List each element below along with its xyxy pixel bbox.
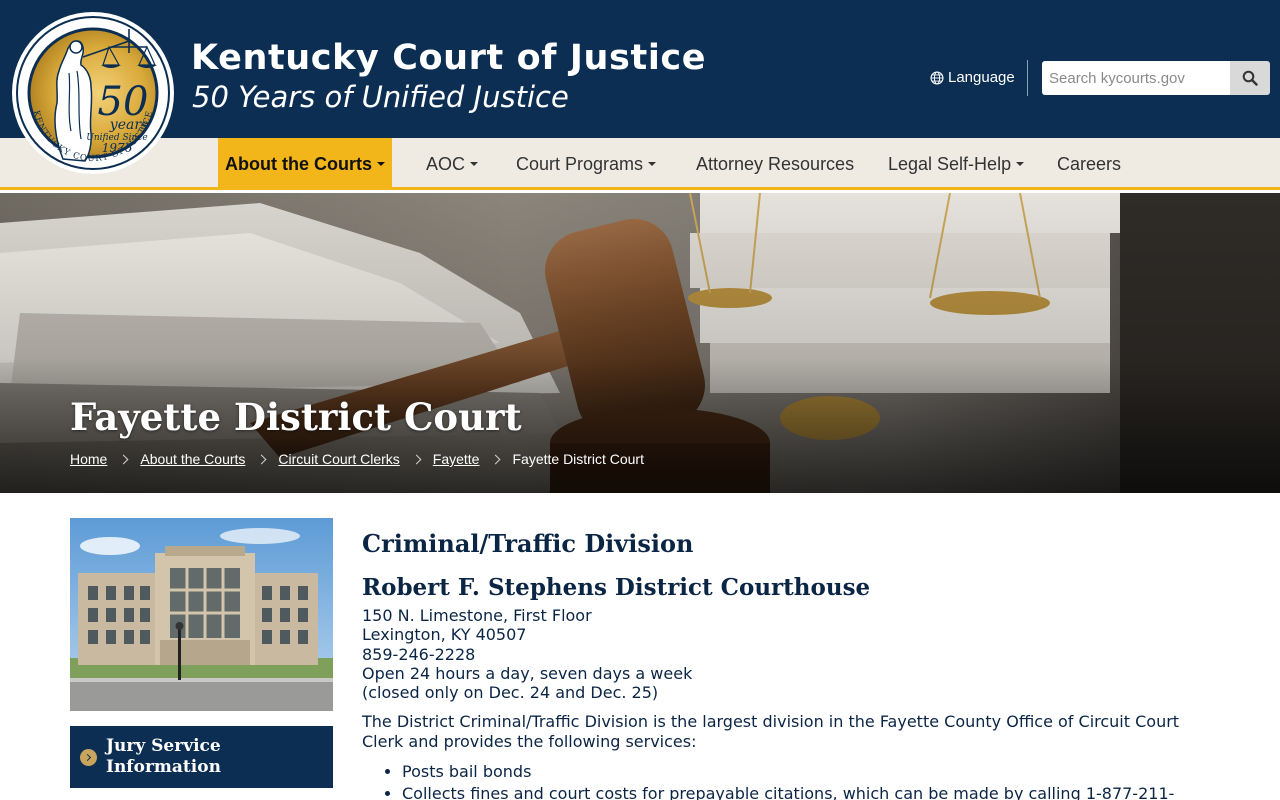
jury-service-link[interactable]: Jury Service Information [70, 726, 333, 788]
page-title: Fayette District Court [70, 395, 522, 439]
jury-service-label: Jury Service Information [106, 736, 221, 778]
nav-label: Careers [1057, 153, 1122, 174]
list-item: Posts bail bonds [402, 761, 1202, 783]
globe-icon [930, 70, 944, 85]
services-list: Posts bail bonds Collects fines and cour… [402, 761, 1202, 800]
courthouse-heading: Robert F. Stephens District Courthouse [362, 574, 871, 601]
breadcrumb: Home About the Courts Circuit Court Cler… [70, 451, 644, 467]
phone-number: 859-246-2228 [362, 644, 476, 664]
nav-label: AOC [426, 153, 466, 174]
breadcrumb-home[interactable]: Home [70, 451, 107, 467]
nav-label: About the Courts [225, 153, 372, 174]
search-form [1042, 61, 1270, 95]
search-icon [1242, 70, 1258, 86]
breadcrumb-fayette[interactable]: Fayette [433, 451, 480, 467]
breadcrumb-about-the-courts[interactable]: About the Courts [140, 451, 245, 467]
nav-label: Court Programs [516, 153, 644, 174]
gavel-and-scales-photo [0, 193, 1280, 493]
jury-service-label-line2: Information [106, 757, 221, 777]
nav-court-programs[interactable]: Court Programs [506, 138, 666, 190]
hero-banner: Fayette District Court Home About the Co… [0, 193, 1280, 493]
main-content: Criminal/Traffic Division Robert F. Step… [362, 528, 1202, 800]
nav-aoc[interactable]: AOC [416, 138, 488, 190]
nav-label: Attorney Resources [696, 153, 855, 174]
search-button[interactable] [1230, 61, 1270, 95]
courthouse-address: 150 N. Limestone, First Floor Lexington,… [362, 606, 1202, 702]
chevron-right-icon [411, 454, 422, 464]
chevron-right-icon [256, 454, 267, 464]
nav-careers[interactable]: Careers [1047, 138, 1131, 190]
jury-service-label-line1: Jury Service [106, 736, 221, 756]
chevron-right-circle-icon [80, 748, 97, 766]
caret-down-icon [648, 162, 657, 166]
courthouse-photo [70, 518, 333, 711]
site-tagline: 50 Years of Unified Justice [192, 80, 569, 114]
nav-attorney-resources[interactable]: Attorney Resources [686, 138, 864, 190]
nav-legal-self-help[interactable]: Legal Self-Help [878, 138, 1034, 190]
header-divider [1027, 60, 1028, 96]
breadcrumb-circuit-court-clerks[interactable]: Circuit Court Clerks [278, 451, 399, 467]
site-title[interactable]: Kentucky Court of Justice [191, 38, 706, 78]
division-intro: The District Criminal/Traffic Division i… [362, 712, 1180, 752]
site-header: Kentucky Court of Justice 50 Years of Un… [0, 0, 1280, 138]
list-item: Collects fines and court costs for prepa… [402, 783, 1202, 800]
chevron-right-icon [118, 454, 129, 464]
language-label: Language [948, 69, 1015, 86]
main-nav: About the Courts AOC Court Programs Atto… [0, 138, 1280, 190]
hours-line: Open 24 hours a day, seven days a week [362, 663, 693, 683]
caret-down-icon [1016, 162, 1025, 166]
address-line: 150 N. Limestone, First Floor [362, 606, 592, 625]
caret-down-icon [377, 162, 385, 166]
address-line: Lexington, KY 40507 [362, 625, 527, 645]
hours-note: (closed only on Dec. 24 and Dec. 25) [362, 683, 659, 703]
nav-about-the-courts[interactable]: About the Courts [218, 138, 392, 190]
court-seal-logo[interactable]: 50 years Unified Since 1976 KENTUCKY COU… [11, 11, 175, 175]
search-input[interactable] [1042, 61, 1230, 95]
division-heading: Criminal/Traffic Division [362, 529, 694, 558]
nav-label: Legal Self-Help [888, 153, 1012, 174]
language-selector[interactable]: Language [930, 69, 1015, 86]
chevron-right-icon [491, 454, 501, 464]
caret-down-icon [470, 162, 479, 166]
breadcrumb-current: Fayette District Court [512, 451, 644, 467]
